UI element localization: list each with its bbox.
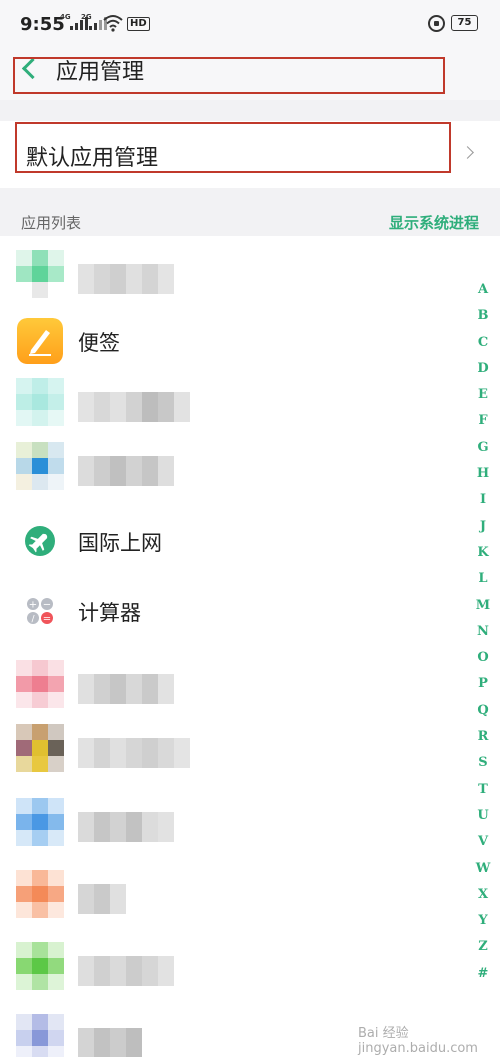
list-item[interactable] (0, 798, 460, 864)
index-letter[interactable]: # (466, 966, 500, 992)
chevron-right-icon (461, 146, 474, 159)
blurred-app-name (78, 1028, 142, 1057)
index-letter[interactable]: O (466, 650, 500, 676)
list-item[interactable] (0, 724, 460, 790)
svg-text:=: = (43, 614, 51, 625)
blurred-app-name (78, 956, 174, 986)
calculator-icon: + − / = (27, 598, 53, 625)
blurred-app-name (78, 392, 190, 422)
index-letter[interactable]: K (466, 545, 500, 571)
list-item[interactable] (0, 870, 460, 936)
highlight-box-default-apps (15, 122, 451, 173)
index-letter[interactable]: U (466, 808, 500, 834)
index-letter[interactable]: V (466, 834, 500, 860)
blurred-app-name (78, 264, 174, 294)
list-item[interactable]: 便签 (0, 314, 460, 380)
app-name: 便签 (78, 331, 120, 355)
app-list-header: 应用列表 显示系统进程 (0, 200, 500, 236)
app-list: 便签 国际上网 + − / = 计算器 (0, 236, 500, 1057)
index-letter[interactable]: W (466, 861, 500, 887)
index-letter[interactable]: G (466, 440, 500, 466)
index-letter[interactable]: C (466, 335, 500, 361)
list-item[interactable]: 国际上网 (0, 514, 460, 580)
battery-icon: 75 (451, 15, 478, 31)
blurred-app-icon (16, 250, 64, 298)
index-letter[interactable]: D (466, 361, 500, 387)
list-item[interactable] (0, 250, 460, 316)
status-bar: 9:55 4G 2G HD 75 (0, 0, 500, 50)
show-system-processes-link[interactable]: 显示系统进程 (389, 212, 479, 233)
status-time: 9:55 (20, 14, 65, 35)
index-letter[interactable]: T (466, 782, 500, 808)
index-letter[interactable]: F (466, 413, 500, 439)
index-letter[interactable]: Z (466, 939, 500, 965)
app-name: 国际上网 (78, 531, 162, 555)
blurred-app-icon (16, 724, 64, 772)
index-letter[interactable]: P (466, 676, 500, 702)
index-letter[interactable]: A (466, 282, 500, 308)
index-letter[interactable]: Y (466, 913, 500, 939)
app-name: 计算器 (78, 601, 141, 625)
index-letter[interactable]: M (466, 598, 500, 624)
index-letter[interactable]: X (466, 887, 500, 913)
blurred-app-name (78, 738, 190, 768)
highlight-box-header (13, 57, 445, 94)
index-letter[interactable]: S (466, 755, 500, 781)
index-letter[interactable]: L (466, 571, 500, 597)
index-letter[interactable]: H (466, 466, 500, 492)
list-item[interactable] (0, 660, 460, 726)
svg-text:−: − (43, 600, 51, 611)
alphabet-index[interactable]: A B C D E F G H I J K L M N O P Q R S T U V W X Y Z # (466, 282, 500, 992)
rotation-lock-icon (428, 15, 445, 32)
blurred-app-icon (16, 942, 64, 990)
blurred-app-name (78, 884, 126, 914)
index-letter[interactable]: E (466, 387, 500, 413)
hd-voice-icon: HD (127, 17, 150, 31)
blurred-app-name (78, 812, 174, 842)
list-item[interactable] (0, 378, 460, 444)
app-list-label: 应用列表 (21, 214, 82, 232)
blurred-app-icon (16, 798, 64, 846)
blurred-app-icon (16, 1014, 64, 1057)
blurred-app-icon (16, 870, 64, 918)
svg-text:+: + (29, 600, 37, 611)
watermark: Bai 经验 jingyan.baidu.com (358, 1026, 478, 1056)
blurred-app-name (78, 674, 174, 704)
index-letter[interactable]: N (466, 624, 500, 650)
list-item[interactable] (0, 442, 460, 508)
airplane-icon (25, 526, 55, 556)
blurred-app-icon (16, 442, 64, 490)
wifi-icon (103, 15, 123, 32)
list-item[interactable]: + − / = 计算器 (0, 584, 460, 650)
index-letter[interactable]: J (466, 519, 500, 545)
blurred-app-icon (16, 660, 64, 708)
blurred-app-name (78, 456, 174, 486)
index-letter[interactable]: I (466, 492, 500, 518)
index-letter[interactable]: B (466, 308, 500, 334)
list-item[interactable] (0, 942, 460, 1008)
index-letter[interactable]: Q (466, 703, 500, 729)
blurred-app-icon (16, 378, 64, 426)
index-letter[interactable]: R (466, 729, 500, 755)
notes-icon (17, 318, 63, 364)
